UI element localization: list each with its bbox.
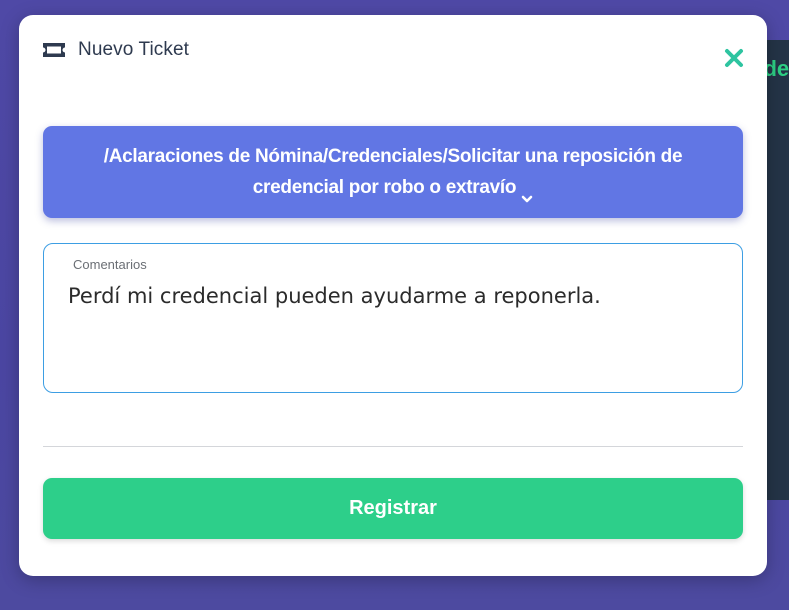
ticket-icon <box>42 41 66 59</box>
close-icon <box>725 49 743 67</box>
modal-title: Nuevo Ticket <box>78 39 190 60</box>
register-button[interactable]: Registrar <box>43 478 743 539</box>
category-text-wrapper: /Aclaraciones de Nómina/Credenciales/Sol… <box>73 141 713 203</box>
category-label: /Aclaraciones de Nómina/Credenciales/Sol… <box>103 146 683 198</box>
chevron-down-icon <box>521 183 533 203</box>
register-button-label: Registrar <box>349 497 437 519</box>
comments-textarea[interactable]: Perdí mi credencial pueden ayudarme a re… <box>68 284 718 374</box>
category-dropdown-button[interactable]: /Aclaraciones de Nómina/Credenciales/Sol… <box>43 126 743 218</box>
modal-header: Nuevo Ticket <box>42 39 189 61</box>
comments-field: Comentarios Perdí mi credencial pueden a… <box>43 243 743 393</box>
close-button[interactable] <box>722 46 746 70</box>
new-ticket-modal: Nuevo Ticket /Aclaraciones de Nómina/Cre… <box>19 15 767 576</box>
comments-label: Comentarios <box>73 257 147 272</box>
divider <box>43 446 743 447</box>
